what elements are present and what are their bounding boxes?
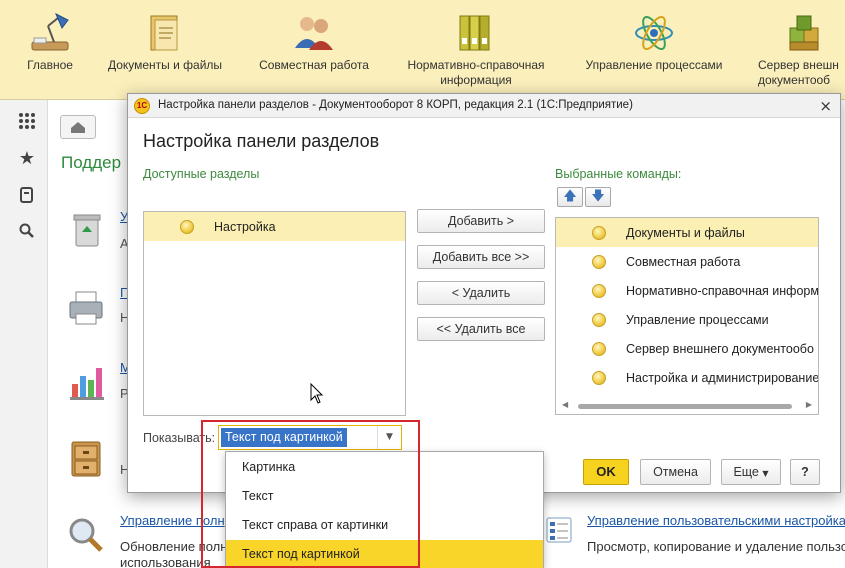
dialog-window-title: Настройка панели разделов - Документообо… xyxy=(158,99,633,111)
recycle-bin-icon xyxy=(66,210,106,250)
manage-description-2: использования xyxy=(120,555,211,568)
scrollbar-thumb[interactable] xyxy=(578,404,792,409)
section-process-management[interactable]: Управление процессами xyxy=(576,0,732,100)
show-mode-select[interactable]: Текст под картинкой ▼ xyxy=(218,425,402,450)
people-icon xyxy=(292,12,336,54)
list-item-label: Сервер внешнего документообо xyxy=(626,341,814,356)
section-documents[interactable]: Документы и файлы xyxy=(100,0,230,100)
section-collaboration[interactable]: Совместная работа xyxy=(252,0,376,100)
show-label: Показывать: xyxy=(143,431,216,445)
left-toolbar: ★ xyxy=(0,100,48,568)
user-settings-link[interactable]: Управление пользовательскими настройкам xyxy=(587,513,845,528)
cubes-icon xyxy=(784,12,828,54)
page-title: Поддер xyxy=(61,153,122,172)
list-item[interactable]: Управление процессами xyxy=(556,305,818,334)
bulb-icon xyxy=(592,341,606,356)
help-button[interactable]: ? xyxy=(790,459,820,485)
panel-settings-dialog: 1C Настройка панели разделов - Документо… xyxy=(127,93,841,493)
horizontal-scrollbar[interactable]: ◀ ▶ xyxy=(556,398,818,414)
settings-list-icon xyxy=(544,515,574,545)
list-item-label: Настройка xyxy=(214,219,276,234)
star-icon[interactable]: ★ xyxy=(16,147,38,169)
sections-panel: Главное Документы и файлы Совместная раб… xyxy=(0,0,845,100)
section-external-server[interactable]: Сервер внешн документооб xyxy=(754,0,845,100)
available-sections-label: Доступные разделы xyxy=(143,167,260,181)
apps-grid-icon[interactable] xyxy=(16,110,38,132)
list-item-label: Управление процессами xyxy=(626,312,769,327)
dropdown-option[interactable]: Текст xyxy=(226,482,543,511)
dialog-heading: Настройка панели разделов xyxy=(143,131,380,151)
document-folder-icon xyxy=(143,12,187,54)
section-label: Совместная работа xyxy=(259,58,369,72)
chevron-down-icon: ▼ xyxy=(762,469,769,478)
section-label: Нормативно-справочная xyxy=(407,58,545,72)
process-atom-icon xyxy=(632,12,676,54)
dropdown-option[interactable]: Текст справа от картинки xyxy=(226,511,543,540)
selected-commands-list[interactable]: Документы и файлы Совместная работа Норм… xyxy=(555,217,819,415)
remove-all-button[interactable]: << Удалить все xyxy=(417,317,545,341)
show-mode-value: Текст под картинкой xyxy=(221,428,347,447)
selected-commands-label: Выбранные команды: xyxy=(555,167,682,181)
dropdown-option[interactable]: Картинка xyxy=(226,453,543,482)
close-icon[interactable]: × xyxy=(819,97,832,115)
list-item[interactable]: Документы и файлы xyxy=(556,218,818,247)
list-item[interactable]: Настройка и администрирование xyxy=(556,363,818,392)
bulb-icon xyxy=(592,225,606,240)
list-item[interactable]: Настройка xyxy=(144,212,405,241)
bulb-icon xyxy=(592,254,606,269)
ok-button[interactable]: OK xyxy=(583,459,629,485)
mouse-cursor-icon xyxy=(310,382,324,405)
dropdown-option-selected[interactable]: Текст под картинкой xyxy=(226,540,543,568)
history-icon[interactable] xyxy=(16,184,38,206)
more-button[interactable]: Еще ▼ xyxy=(721,459,781,485)
section-label-line2: информация xyxy=(440,73,512,87)
binders-icon xyxy=(454,12,498,54)
more-button-label: Еще xyxy=(733,465,759,479)
list-item-label: Нормативно-справочная информ xyxy=(626,283,819,298)
bulb-icon xyxy=(180,219,194,234)
section-label: Документы и файлы xyxy=(107,58,223,72)
cabinet-icon xyxy=(66,440,106,480)
manage-description: Обновление полн xyxy=(120,539,228,554)
section-main[interactable]: Главное xyxy=(18,0,82,100)
bar-chart-icon xyxy=(66,362,106,402)
list-item[interactable]: Сервер внешнего документообо xyxy=(556,334,818,363)
list-item-label: Совместная работа xyxy=(626,254,741,269)
show-mode-dropdown: Картинка Текст Текст справа от картинки … xyxy=(225,451,544,568)
section-label: Управление процессами xyxy=(585,58,723,72)
move-up-button[interactable]: 🡅 xyxy=(557,187,583,207)
dialog-titlebar[interactable]: 1C Настройка панели разделов - Документо… xyxy=(128,94,840,118)
user-settings-description: Просмотр, копирование и удаление пользо xyxy=(587,539,845,554)
list-item-label: Документы и файлы xyxy=(626,225,745,240)
chevron-down-icon[interactable]: ▼ xyxy=(377,426,401,449)
desk-lamp-icon xyxy=(28,12,72,54)
bulb-icon xyxy=(592,283,606,298)
1c-logo-icon: 1C xyxy=(134,98,150,114)
printer-icon xyxy=(66,288,106,328)
bulb-icon xyxy=(592,370,606,385)
magnifier-icon xyxy=(66,515,106,555)
list-item[interactable]: Совместная работа xyxy=(556,247,818,276)
manage-link[interactable]: Управление полн xyxy=(120,513,225,528)
scroll-left-icon[interactable]: ◀ xyxy=(562,400,568,409)
cancel-button[interactable]: Отмена xyxy=(640,459,711,485)
add-all-button[interactable]: Добавить все >> xyxy=(417,245,545,269)
list-item-label: Настройка и администрирование xyxy=(626,370,819,385)
search-icon[interactable] xyxy=(16,220,38,242)
bulb-icon xyxy=(592,312,606,327)
section-label: Главное xyxy=(27,58,73,72)
remove-button[interactable]: < Удалить xyxy=(417,281,545,305)
section-label-line2: документооб xyxy=(758,73,831,87)
available-sections-list[interactable]: Настройка xyxy=(143,211,406,416)
add-button[interactable]: Добавить > xyxy=(417,209,545,233)
scroll-right-icon[interactable]: ▶ xyxy=(806,400,812,409)
section-reference-info[interactable]: Нормативно-справочная информация xyxy=(398,0,554,100)
move-down-button[interactable]: 🡇 xyxy=(585,187,611,207)
section-label: Сервер внешн xyxy=(758,58,839,72)
home-button[interactable] xyxy=(60,115,96,139)
list-item[interactable]: Нормативно-справочная информ xyxy=(556,276,818,305)
